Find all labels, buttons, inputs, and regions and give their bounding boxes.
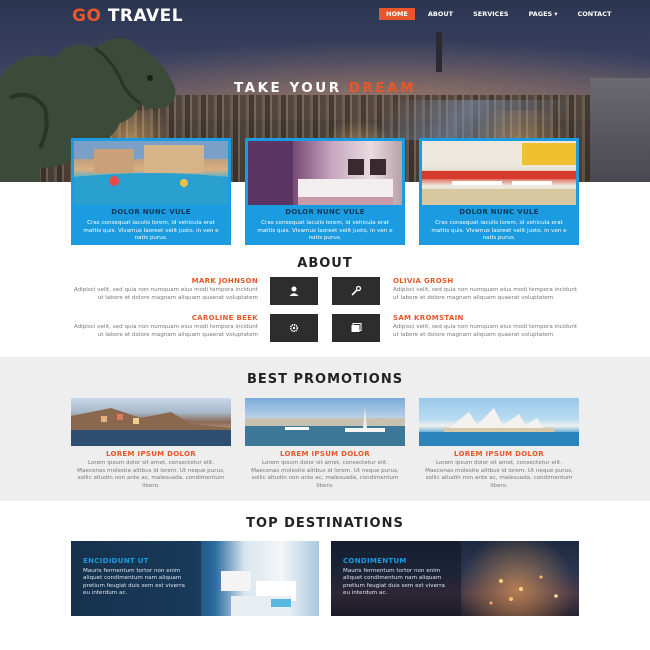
team-member-caroline-beek: CAROLINE BEEK Adipisci velit, sed quia n… (72, 314, 258, 339)
destination-text: Mauris fermentum tortor non enim aliquet… (343, 568, 445, 597)
wrench-icon-box[interactable] (332, 277, 380, 305)
promo-image-opera (419, 398, 579, 446)
logo-prefix: GO (72, 6, 102, 26)
promo-image-coast (71, 398, 231, 446)
user-icon-box[interactable] (270, 277, 318, 305)
team-member-bio: Adipisci velit, sed quia non numquam eiu… (393, 324, 578, 338)
nav-contact[interactable]: CONTACT (571, 8, 619, 20)
feature-image-room (248, 141, 402, 205)
hero-title-prefix: TAKE YOUR (233, 80, 342, 96)
destination-overlay: ENCIDIDUNT UT Mauris fermentum tortor no… (71, 541, 201, 616)
hero-title-highlight: DREAM (348, 80, 417, 96)
team-member-bio: Adipisci velit, sed quia non numquam eiu… (393, 287, 578, 301)
opera-house-illustration (419, 408, 579, 446)
promotions-title: BEST PROMOTIONS (246, 372, 404, 387)
harbor-illustration (245, 408, 405, 446)
team-member-bio: Adipisci velit, sed quia non numquam eiu… (73, 287, 258, 301)
hotel-room-illustration (248, 141, 393, 205)
promotion-card[interactable]: LOREM IPSUM DOLOR Lorem ipsum dolor sit … (419, 398, 579, 490)
tower-silhouette (436, 32, 442, 72)
promotion-text: Lorem ipsum dolor sit amet, consectetur … (251, 460, 399, 489)
destination-title: CONDIMENTUM (343, 557, 407, 565)
promo-image-harbor (245, 398, 405, 446)
gear-icon-box[interactable] (270, 314, 318, 342)
resort-pool-illustration (74, 141, 228, 205)
about-title: ABOUT (297, 256, 353, 271)
feature-text: Cras consequat iaculis lorem, id vehicul… (83, 220, 219, 241)
team-member-mark-johnson: MARK JOHNSON Adipisci velit, sed quia no… (72, 277, 258, 302)
feature-image-pool (74, 141, 228, 205)
promotion-title: LOREM IPSUM DOLOR (105, 450, 196, 458)
nav-services-label: SERVICES (473, 10, 509, 18)
site-logo[interactable]: GO TRAVEL (72, 6, 183, 26)
team-member-name: OLIVIA GROSH (393, 277, 454, 285)
promotion-text: Lorem ipsum dolor sit amet, consectetur … (77, 460, 225, 489)
promotion-title: LOREM IPSUM DOLOR (453, 450, 544, 458)
destination-title: ENCIDIDUNT UT (83, 557, 149, 565)
team-member-name: MARK JOHNSON (191, 277, 258, 285)
nav-contact-label: CONTACT (577, 10, 612, 18)
nav-services[interactable]: SERVICES (466, 8, 515, 20)
promotion-text: Lorem ipsum dolor sit amet, consectetur … (425, 460, 573, 489)
destination-card[interactable]: CONDIMENTUM Mauris fermentum tortor non … (331, 541, 579, 616)
main-nav: HOME ABOUT SERVICES PAGES ▾ CONTACT (379, 8, 618, 20)
feature-text: Cras consequat iaculis lorem, id vehicul… (431, 220, 567, 241)
coastal-village-illustration (71, 408, 231, 446)
window-icon (351, 323, 362, 332)
promotion-title: LOREM IPSUM DOLOR (279, 450, 370, 458)
feature-title: DOLOR NUNC VULE (285, 208, 365, 216)
feature-title: DOLOR NUNC VULE (459, 208, 539, 216)
window-icon-box[interactable] (332, 314, 380, 342)
feature-text: Cras consequat iaculis lorem, id vehicul… (257, 220, 393, 241)
cafe-interior-illustration (422, 141, 576, 205)
destination-card[interactable]: ENCIDIDUNT UT Mauris fermentum tortor no… (71, 541, 319, 616)
wrench-icon (351, 285, 362, 296)
feature-card[interactable]: DOLOR NUNC VULE Cras consequat iaculis l… (71, 138, 231, 245)
feature-card[interactable]: DOLOR NUNC VULE Cras consequat iaculis l… (419, 138, 579, 245)
nav-about[interactable]: ABOUT (421, 8, 460, 20)
nav-pages[interactable]: PAGES ▾ (522, 8, 565, 20)
user-icon (289, 286, 299, 296)
nav-about-label: ABOUT (427, 10, 454, 18)
nav-home-label: HOME (386, 10, 408, 18)
gear-icon (289, 323, 299, 333)
promotion-card[interactable]: LOREM IPSUM DOLOR Lorem ipsum dolor sit … (245, 398, 405, 490)
nav-pages-label: PAGES (528, 10, 553, 18)
chevron-down-icon: ▾ (554, 10, 558, 18)
team-member-sam-kromstain: SAM KROMSTAIN Adipisci velit, sed quia n… (393, 314, 579, 339)
team-member-name: CAROLINE BEEK (191, 314, 258, 322)
destination-overlay: CONDIMENTUM Mauris fermentum tortor non … (331, 541, 461, 616)
promotion-card[interactable]: LOREM IPSUM DOLOR Lorem ipsum dolor sit … (71, 398, 231, 490)
feature-image-cafe (422, 141, 576, 205)
feature-card[interactable]: DOLOR NUNC VULE Cras consequat iaculis l… (245, 138, 405, 245)
team-member-name: SAM KROMSTAIN (393, 314, 464, 322)
destination-text: Mauris fermentum tortor non enim aliquet… (83, 568, 185, 597)
team-member-olivia-grosh: OLIVIA GROSH Adipisci velit, sed quia no… (393, 277, 579, 302)
feature-title: DOLOR NUNC VULE (111, 208, 191, 216)
team-member-bio: Adipisci velit, sed quia non numquam eiu… (73, 324, 258, 338)
logo-name: TRAVEL (107, 6, 184, 26)
nav-home[interactable]: HOME (379, 8, 415, 20)
hero-title: TAKE YOUR DREAM (0, 80, 650, 96)
destinations-title: TOP DESTINATIONS (246, 516, 404, 531)
